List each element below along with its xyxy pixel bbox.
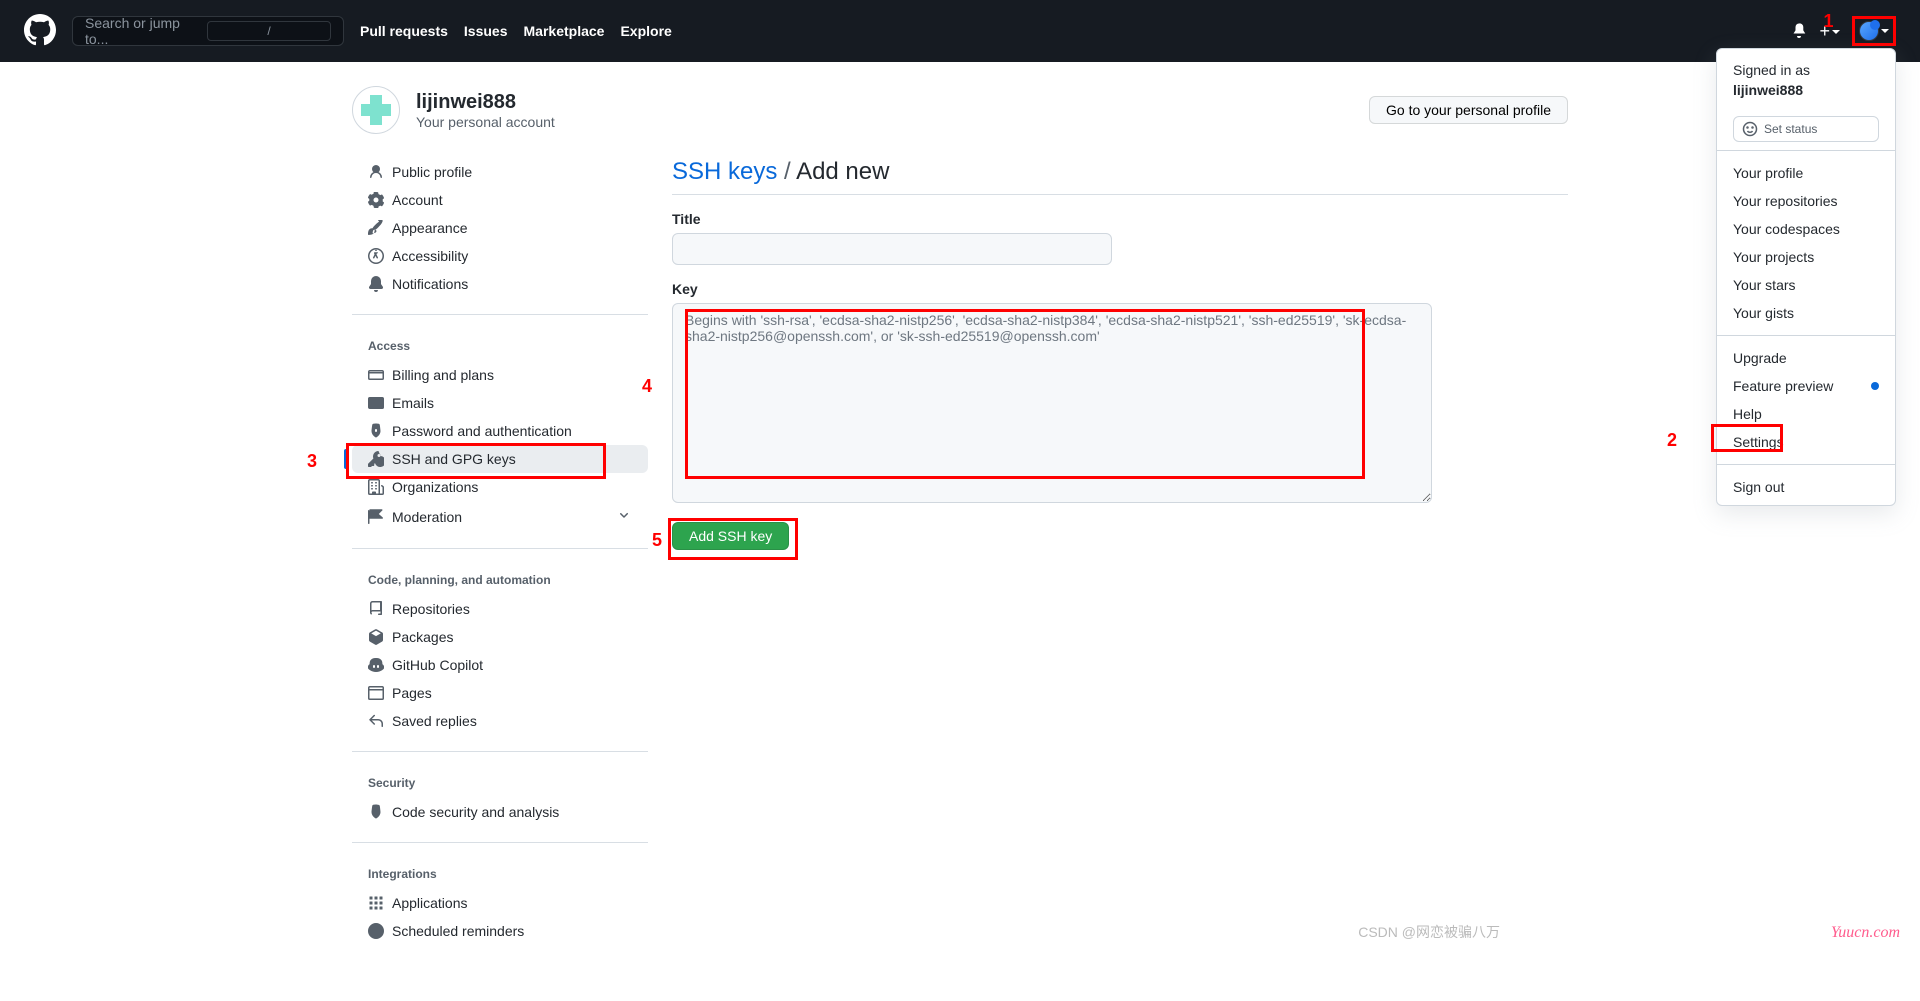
caret-down-icon <box>1881 29 1889 33</box>
menu-your-stars[interactable]: Your stars <box>1717 271 1895 299</box>
profile-subtitle: Your personal account <box>416 114 555 130</box>
sidebar-packages[interactable]: Packages <box>352 623 648 651</box>
search-input[interactable]: Search or jump to... / <box>72 16 344 46</box>
bell-icon <box>368 276 384 292</box>
sidebar-pages[interactable]: Pages <box>352 679 648 707</box>
annotation-5: 5 <box>652 530 662 551</box>
menu-settings[interactable]: Settings 2 <box>1717 428 1895 456</box>
gear-icon <box>368 192 384 208</box>
nav-issues[interactable]: Issues <box>464 23 508 39</box>
sidebar-scheduled-reminders[interactable]: Scheduled reminders <box>352 917 648 945</box>
annotation-2: 2 <box>1667 430 1677 451</box>
github-logo[interactable] <box>24 14 56 49</box>
watermark-yuucn: Yuucn.com <box>1831 924 1900 942</box>
ssh-keys-link[interactable]: SSH keys <box>672 158 777 185</box>
accessibility-icon <box>368 248 384 264</box>
sidebar-ssh-gpg[interactable]: SSH and GPG keys <box>352 445 648 473</box>
person-icon <box>368 164 384 180</box>
sidebar-organizations[interactable]: Organizations <box>352 473 648 501</box>
menu-sign-out[interactable]: Sign out <box>1717 473 1895 501</box>
main-content: SSH keys / Add new Title Key 4 5 Add SSH… <box>672 158 1568 977</box>
bell-icon[interactable] <box>1791 22 1807 41</box>
paintbrush-icon <box>368 220 384 236</box>
organization-icon <box>368 479 384 495</box>
sidebar-repositories[interactable]: Repositories <box>352 595 648 623</box>
dot-indicator-icon <box>1871 382 1879 390</box>
nav-links: Pull requests Issues Marketplace Explore <box>360 23 672 39</box>
menu-help[interactable]: Help <box>1717 400 1895 428</box>
page-title: SSH keys / Add new <box>672 158 1568 195</box>
annotation-3: 3 <box>307 451 317 472</box>
shield-lock-icon <box>368 423 384 439</box>
sidebar-code-title: Code, planning, and automation <box>352 565 648 595</box>
divider <box>1717 464 1895 465</box>
set-status-button[interactable]: Set status <box>1733 116 1879 142</box>
sidebar-integrations-title: Integrations <box>352 859 648 889</box>
key-textarea[interactable] <box>672 303 1432 503</box>
avatar-icon <box>1859 21 1879 41</box>
sidebar-password[interactable]: Password and authentication <box>352 417 648 445</box>
sidebar-applications[interactable]: Applications <box>352 889 648 917</box>
sidebar-security-title: Security <box>352 768 648 798</box>
menu-your-gists[interactable]: Your gists <box>1717 299 1895 327</box>
divider <box>1717 335 1895 336</box>
menu-your-repositories[interactable]: Your repositories <box>1717 187 1895 215</box>
settings-header: lijinwei888 Your personal account Go to … <box>352 86 1568 134</box>
annotation-1: 1 <box>1823 11 1833 32</box>
shield-icon <box>368 804 384 820</box>
menu-your-projects[interactable]: Your projects <box>1717 243 1895 271</box>
menu-feature-preview[interactable]: Feature preview <box>1717 372 1895 400</box>
mail-icon <box>368 395 384 411</box>
apps-icon <box>368 895 384 911</box>
profile-avatar[interactable] <box>352 86 400 134</box>
smiley-icon <box>1742 121 1758 137</box>
sidebar-access-title: Access <box>352 331 648 361</box>
watermark-csdn: CSDN @网恋被骗八万 <box>1358 922 1500 942</box>
sidebar-public-profile[interactable]: Public profile <box>352 158 648 186</box>
header-right: 1 + <box>1791 16 1896 46</box>
profile-username: lijinwei888 <box>416 91 555 114</box>
sidebar-emails[interactable]: Emails <box>352 389 648 417</box>
title-label: Title <box>672 211 1568 227</box>
user-menu-button[interactable] <box>1852 16 1896 46</box>
copilot-icon <box>368 657 384 673</box>
search-placeholder: Search or jump to... <box>85 15 207 47</box>
nav-marketplace[interactable]: Marketplace <box>524 23 605 39</box>
signed-in-as: Signed in as lijinwei888 <box>1717 53 1895 108</box>
sidebar-appearance[interactable]: Appearance <box>352 214 648 242</box>
divider <box>1717 150 1895 151</box>
credit-card-icon <box>368 367 384 383</box>
annotation-4: 4 <box>642 376 652 397</box>
chevron-down-icon <box>616 507 632 526</box>
key-label: Key <box>672 281 1568 297</box>
nav-explore[interactable]: Explore <box>620 23 671 39</box>
sidebar-account[interactable]: Account <box>352 186 648 214</box>
browser-icon <box>368 685 384 701</box>
settings-sidebar: Public profile Account Appearance Access… <box>352 158 648 977</box>
nav-pull-requests[interactable]: Pull requests <box>360 23 448 39</box>
reply-icon <box>368 713 384 729</box>
title-input[interactable] <box>672 233 1112 265</box>
go-to-profile-button[interactable]: Go to your personal profile <box>1369 96 1568 124</box>
user-dropdown: Signed in as lijinwei888 Set status Your… <box>1716 48 1896 506</box>
add-ssh-key-button[interactable]: Add SSH key <box>672 522 789 550</box>
clock-icon <box>368 923 384 939</box>
sidebar-saved-replies[interactable]: Saved replies <box>352 707 648 735</box>
sidebar-accessibility[interactable]: Accessibility <box>352 242 648 270</box>
top-header: Search or jump to... / Pull requests Iss… <box>0 0 1920 62</box>
sidebar-moderation[interactable]: Moderation <box>352 501 648 532</box>
report-icon <box>368 509 384 525</box>
menu-your-codespaces[interactable]: Your codespaces <box>1717 215 1895 243</box>
menu-your-profile[interactable]: Your profile <box>1717 159 1895 187</box>
key-icon <box>368 451 384 467</box>
slash-icon: / <box>207 21 331 41</box>
menu-upgrade[interactable]: Upgrade <box>1717 344 1895 372</box>
sidebar-copilot[interactable]: GitHub Copilot <box>352 651 648 679</box>
sidebar-code-security[interactable]: Code security and analysis <box>352 798 648 826</box>
mark-github-icon <box>24 14 56 46</box>
sidebar-billing[interactable]: Billing and plans <box>352 361 648 389</box>
package-icon <box>368 629 384 645</box>
sidebar-notifications[interactable]: Notifications <box>352 270 648 298</box>
repo-icon <box>368 601 384 617</box>
